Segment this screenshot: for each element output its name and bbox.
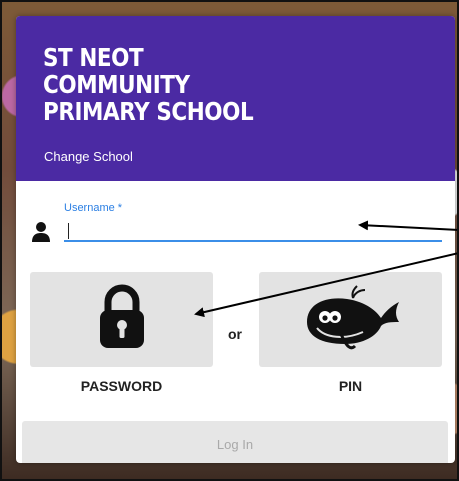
school-header: ST NEOT COMMUNITY PRIMARY SCHOOL Change … (16, 16, 455, 181)
pin-option-button[interactable] (259, 272, 442, 367)
padlock-icon (100, 284, 144, 348)
password-option-label: PASSWORD (80, 378, 163, 394)
login-card: ST NEOT COMMUNITY PRIMARY SCHOOL Change … (16, 16, 455, 463)
password-option-button[interactable] (30, 272, 213, 367)
username-input[interactable] (64, 218, 442, 242)
whale-icon (307, 285, 399, 350)
text-cursor (68, 223, 69, 239)
username-field: Username * (32, 202, 442, 244)
school-name: ST NEOT COMMUNITY PRIMARY SCHOOL (43, 43, 254, 126)
change-school-link[interactable]: Change School (44, 149, 133, 164)
or-separator: or (228, 326, 242, 342)
username-label: Username * (64, 202, 123, 214)
user-icon (32, 222, 50, 242)
log-in-button[interactable]: Log In (22, 421, 448, 463)
pin-option-label: PIN (338, 378, 363, 394)
